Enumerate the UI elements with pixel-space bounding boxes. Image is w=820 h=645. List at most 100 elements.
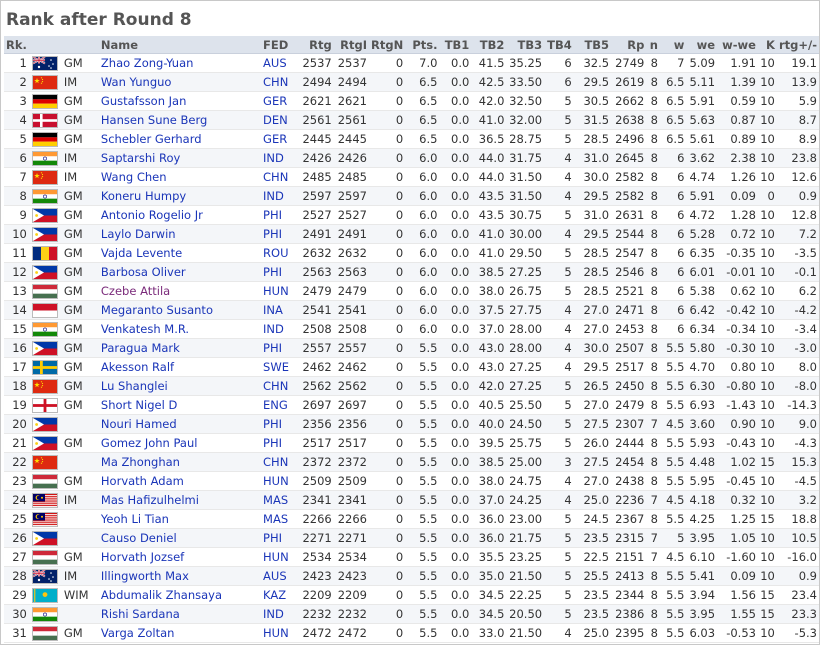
player-name-link[interactable]: Akesson Ralf [101,360,174,374]
cell-player-name[interactable]: Paragua Mark [98,338,262,358]
cell-player-name[interactable]: Rishi Sardana [98,604,262,624]
player-name-link[interactable]: Lu Shanglei [101,379,168,393]
player-name-link[interactable]: Saptarshi Roy [101,151,180,165]
cell-player-name[interactable]: Akesson Ralf [98,357,262,377]
cell-player-name[interactable]: Megaranto Susanto [98,300,262,320]
cell-player-name[interactable]: Ma Zhonghan [98,452,262,472]
cell-player-name[interactable]: Nouri Hamed [98,414,262,434]
cell-player-name[interactable]: Hansen Sune Berg [98,110,262,130]
cell-federation[interactable]: PHI [261,338,299,358]
player-name-link[interactable]: Wan Yunguo [101,75,172,89]
cell-federation[interactable]: HUN [261,281,299,301]
cell-player-name[interactable]: Barbosa Oliver [98,262,262,282]
cell-federation[interactable]: DEN [261,110,299,130]
cell-federation[interactable]: ENG [261,395,299,415]
cell-federation[interactable]: HUN [261,547,299,567]
cell-federation[interactable]: PHI [261,205,299,225]
cell-federation[interactable]: MAS [261,490,299,510]
cell-player-name[interactable]: Antonio Rogelio Jr [98,205,262,225]
player-name-link[interactable]: Yeoh Li Tian [101,512,169,526]
col-tb2[interactable]: TB2 [471,36,507,54]
cell-federation[interactable]: INA [261,300,299,320]
cell-player-name[interactable]: Abdumalik Zhansaya [98,585,262,605]
cell-federation[interactable]: HUN [261,623,299,643]
col-rtg-change[interactable]: rtg+/- [776,36,819,54]
cell-player-name[interactable]: Venkatesh M.R. [98,319,262,339]
player-name-link[interactable]: Schebler Gerhard [101,132,202,146]
cell-player-name[interactable]: Horvath Jozsef [98,547,262,567]
col-fed[interactable]: FED [261,36,299,54]
cell-player-name[interactable]: Gustafsson Jan [98,91,262,111]
cell-federation[interactable]: CHN [261,167,299,187]
cell-player-name[interactable]: Short Nigel D [98,395,262,415]
cell-player-name[interactable]: Gomez John Paul [98,433,262,453]
player-name-link[interactable]: Causo Deniel [101,531,177,545]
player-name-link[interactable]: Varga Zoltan [101,626,175,640]
col-we[interactable]: we [686,36,718,54]
cell-federation[interactable]: PHI [261,224,299,244]
player-name-link[interactable]: Koneru Humpy [101,189,186,203]
player-name-link[interactable]: Horvath Adam [101,474,184,488]
cell-player-name[interactable]: Mas Hafizulhelmi [98,490,262,510]
col-tb3[interactable]: TB3 [506,36,545,54]
col-n[interactable]: n [646,36,660,54]
player-name-link[interactable]: Hansen Sune Berg [101,113,207,127]
player-name-link[interactable]: Mas Hafizulhelmi [101,493,199,507]
player-name-link[interactable]: Czebe Attila [101,284,170,298]
player-name-link[interactable]: Megaranto Susanto [101,303,213,317]
player-name-link[interactable]: Venkatesh M.R. [101,322,189,336]
player-name-link[interactable]: Antonio Rogelio Jr [101,208,203,222]
cell-player-name[interactable]: Laylo Darwin [98,224,262,244]
col-w-we[interactable]: w-we [717,36,758,54]
cell-player-name[interactable]: Wang Chen [98,167,262,187]
cell-federation[interactable]: GER [261,91,299,111]
cell-player-name[interactable]: Wan Yunguo [98,72,262,92]
col-rp[interactable]: Rp [611,36,647,54]
cell-federation[interactable]: CHN [261,72,299,92]
cell-federation[interactable]: PHI [261,528,299,548]
player-name-link[interactable]: Nouri Hamed [101,417,177,431]
cell-player-name[interactable]: Varga Zoltan [98,623,262,643]
cell-federation[interactable]: AUS [261,53,299,73]
player-name-link[interactable]: Horvath Jozsef [101,550,184,564]
player-name-link[interactable]: Paragua Mark [101,341,180,355]
cell-federation[interactable]: SWE [261,357,299,377]
cell-player-name[interactable]: Zhao Zong-Yuan [98,53,262,73]
col-rtg[interactable]: Rtg [298,36,334,54]
cell-federation[interactable]: HUN [261,471,299,491]
cell-federation[interactable]: MAS [261,509,299,529]
col-tb4[interactable]: TB4 [544,36,574,54]
cell-federation[interactable]: AUS [261,566,299,586]
cell-federation[interactable]: CHN [261,376,299,396]
cell-federation[interactable]: GER [261,129,299,149]
col-name[interactable]: Name [98,36,262,54]
player-name-link[interactable]: Wang Chen [101,170,167,184]
player-name-link[interactable]: Gustafsson Jan [101,94,187,108]
cell-federation[interactable]: PHI [261,433,299,453]
cell-federation[interactable]: IND [261,148,299,168]
cell-federation[interactable]: IND [261,319,299,339]
cell-player-name[interactable]: Saptarshi Roy [98,148,262,168]
cell-federation[interactable]: PHI [261,414,299,434]
cell-player-name[interactable]: Vajda Levente [98,243,262,263]
cell-federation[interactable]: CHN [261,452,299,472]
cell-player-name[interactable]: Illingworth Max [98,566,262,586]
cell-player-name[interactable]: Lu Shanglei [98,376,262,396]
cell-player-name[interactable]: Schebler Gerhard [98,129,262,149]
col-pts[interactable]: Pts. [405,36,440,54]
player-name-link[interactable]: Illingworth Max [101,569,189,583]
cell-federation[interactable]: IND [261,186,299,206]
player-name-link[interactable]: Zhao Zong-Yuan [101,56,194,70]
col-tb1[interactable]: TB1 [439,36,472,54]
player-name-link[interactable]: Gomez John Paul [101,436,198,450]
player-name-link[interactable]: Barbosa Oliver [101,265,186,279]
cell-player-name[interactable]: Causo Deniel [98,528,262,548]
cell-federation[interactable]: ROU [261,243,299,263]
cell-federation[interactable]: IND [261,604,299,624]
col-rtgn[interactable]: RtgN [369,36,406,54]
cell-player-name[interactable]: Czebe Attila [98,281,262,301]
col-w[interactable]: w [659,36,687,54]
player-name-link[interactable]: Abdumalik Zhansaya [101,588,222,602]
player-name-link[interactable]: Laylo Darwin [101,227,176,241]
col-k[interactable]: K [757,36,777,54]
